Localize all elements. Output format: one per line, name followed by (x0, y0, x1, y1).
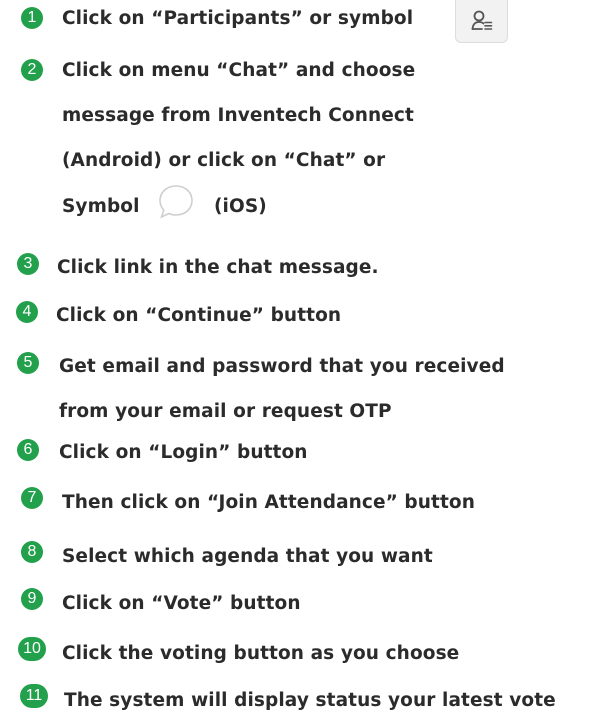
participants-icon (471, 10, 493, 30)
step-text: (Android) or click on “Chat” or (62, 150, 386, 171)
step-text: Select which agenda that you want (62, 546, 433, 567)
step-text: Then click on “Join Attendance” button (62, 492, 476, 513)
step-text: Click on “Continue” button (56, 305, 342, 326)
step-text: Click on “Participants” or symbol (62, 8, 414, 29)
step-text: Get email and password that you received (59, 356, 505, 377)
step-text: The system will display status your late… (64, 690, 556, 711)
step-number-badge: 3 (17, 253, 39, 275)
step-text: message from Inventech Connect (62, 105, 414, 126)
step-number-badge: 11 (20, 684, 48, 708)
step-number-badge: 4 (16, 301, 38, 323)
step-text: Click on “Vote” button (62, 593, 301, 614)
step-number-badge: 1 (21, 7, 43, 29)
step-text: Click on menu “Chat” and choose (62, 60, 416, 81)
chat-bubble-icon (159, 185, 193, 219)
step-number-badge: 10 (18, 637, 46, 661)
step-text: Click on “Login” button (59, 442, 308, 463)
step-text: Symbol (62, 196, 140, 217)
step-text: Click the voting button as you choose (62, 643, 460, 664)
step-number-badge: 8 (21, 541, 43, 563)
step-number-badge: 9 (21, 588, 43, 610)
step-text: from your email or request OTP (59, 401, 392, 422)
participants-symbol (455, 0, 508, 43)
step-number-badge: 2 (21, 59, 43, 81)
step-number-badge: 7 (21, 487, 43, 509)
step-text: (iOS) (214, 196, 267, 217)
step-text: Click link in the chat message. (57, 257, 379, 278)
step-number-badge: 5 (17, 352, 39, 374)
step-number-badge: 6 (17, 439, 39, 461)
